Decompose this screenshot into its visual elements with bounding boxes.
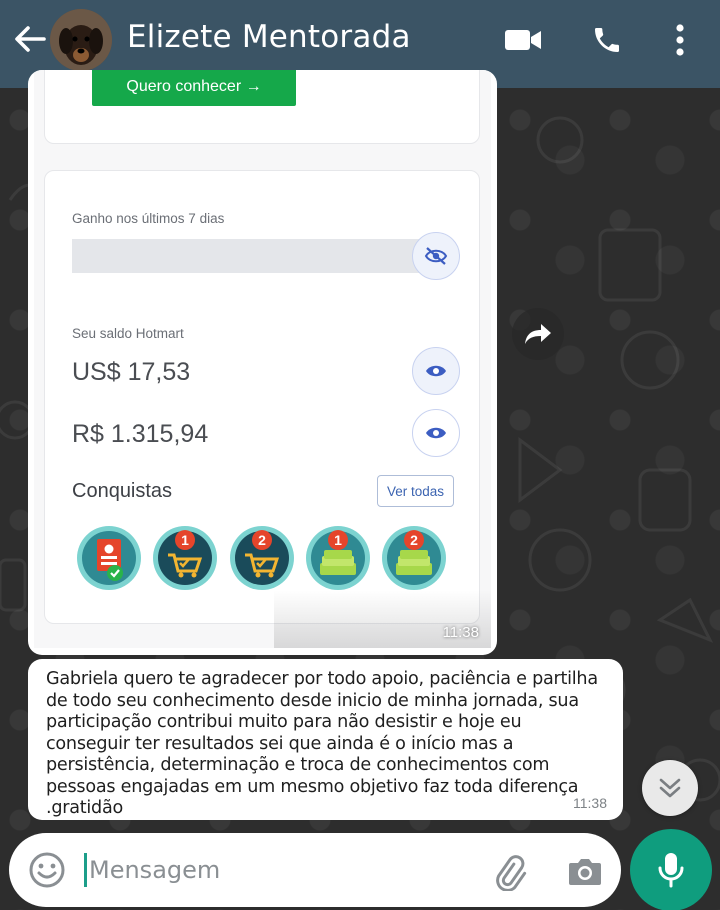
hidden-earnings-bar	[72, 239, 422, 273]
dog-avatar-icon	[50, 9, 112, 71]
back-arrow-icon	[15, 26, 46, 52]
camera-button[interactable]	[565, 851, 605, 891]
contact-avatar[interactable]	[50, 9, 112, 71]
message-text: Gabriela quero te agradecer por todo apo…	[46, 669, 598, 818]
scroll-to-bottom-button[interactable]	[642, 760, 698, 816]
money-badge-number: 1	[334, 532, 342, 548]
cart-badge-number: 2	[258, 532, 266, 548]
text-caret	[84, 853, 87, 887]
eye-off-button	[412, 232, 460, 280]
money-badge-number: 2	[410, 532, 418, 548]
more-vert-icon	[676, 24, 684, 56]
balance-usd: US$ 17,53	[72, 358, 191, 386]
attach-button[interactable]	[489, 851, 529, 892]
shared-screenshot[interactable]: Quero conhecer → Ganho nos últimos 7 dia…	[34, 70, 491, 648]
message-composer	[9, 833, 621, 907]
camera-icon	[569, 859, 601, 885]
text-message-time: 11:38	[573, 795, 607, 811]
money-badge-1-icon: 1	[306, 526, 370, 590]
emoji-button[interactable]	[27, 850, 67, 890]
voice-message-button[interactable]	[630, 829, 712, 910]
contact-name[interactable]: Elizete Mentorada	[127, 19, 411, 55]
earnings-label: Ganho nos últimos 7 dias	[72, 211, 225, 226]
balance-brl: R$ 1.315,94	[72, 420, 209, 448]
offer-card: Quero conhecer →	[44, 70, 480, 144]
see-all-button: Ver todas	[377, 475, 454, 507]
eye-icon	[426, 365, 446, 377]
cart-badge-2-icon: 2	[230, 526, 294, 590]
earnings-card: Ganho nos últimos 7 dias Seu saldo Hotma…	[44, 170, 480, 624]
balance-label: Seu saldo Hotmart	[72, 326, 184, 341]
paperclip-icon	[496, 855, 527, 892]
profile-badge-icon	[77, 526, 141, 590]
video-call-button[interactable]	[503, 24, 543, 56]
eye-brl-button	[412, 409, 460, 457]
message-input[interactable]	[89, 853, 469, 887]
microphone-icon	[658, 853, 684, 888]
voice-call-icon	[595, 28, 619, 52]
more-options-button[interactable]	[666, 20, 694, 60]
eye-icon	[426, 427, 446, 439]
eye-off-icon	[424, 247, 448, 265]
cart-badge-1-icon: 1	[153, 526, 217, 590]
quero-conhecer-button: Quero conhecer →	[92, 70, 296, 106]
image-message-time: 11:38	[442, 624, 479, 641]
text-message-bubble[interactable]: Gabriela quero te agradecer por todo apo…	[28, 659, 623, 820]
back-button[interactable]	[10, 22, 50, 56]
image-message-bubble[interactable]: Quero conhecer → Ganho nos últimos 7 dia…	[28, 70, 497, 655]
forward-button[interactable]	[512, 308, 564, 360]
money-badge-2-icon: 2	[382, 526, 446, 590]
voice-call-button[interactable]	[589, 22, 625, 58]
cart-badge-number: 1	[181, 532, 189, 548]
eye-usd-button	[412, 347, 460, 395]
video-call-icon	[505, 30, 541, 50]
emoji-icon	[29, 852, 65, 888]
forward-icon	[525, 324, 551, 344]
achievements-title: Conquistas	[72, 480, 173, 502]
double-chevron-down-icon	[659, 778, 681, 798]
